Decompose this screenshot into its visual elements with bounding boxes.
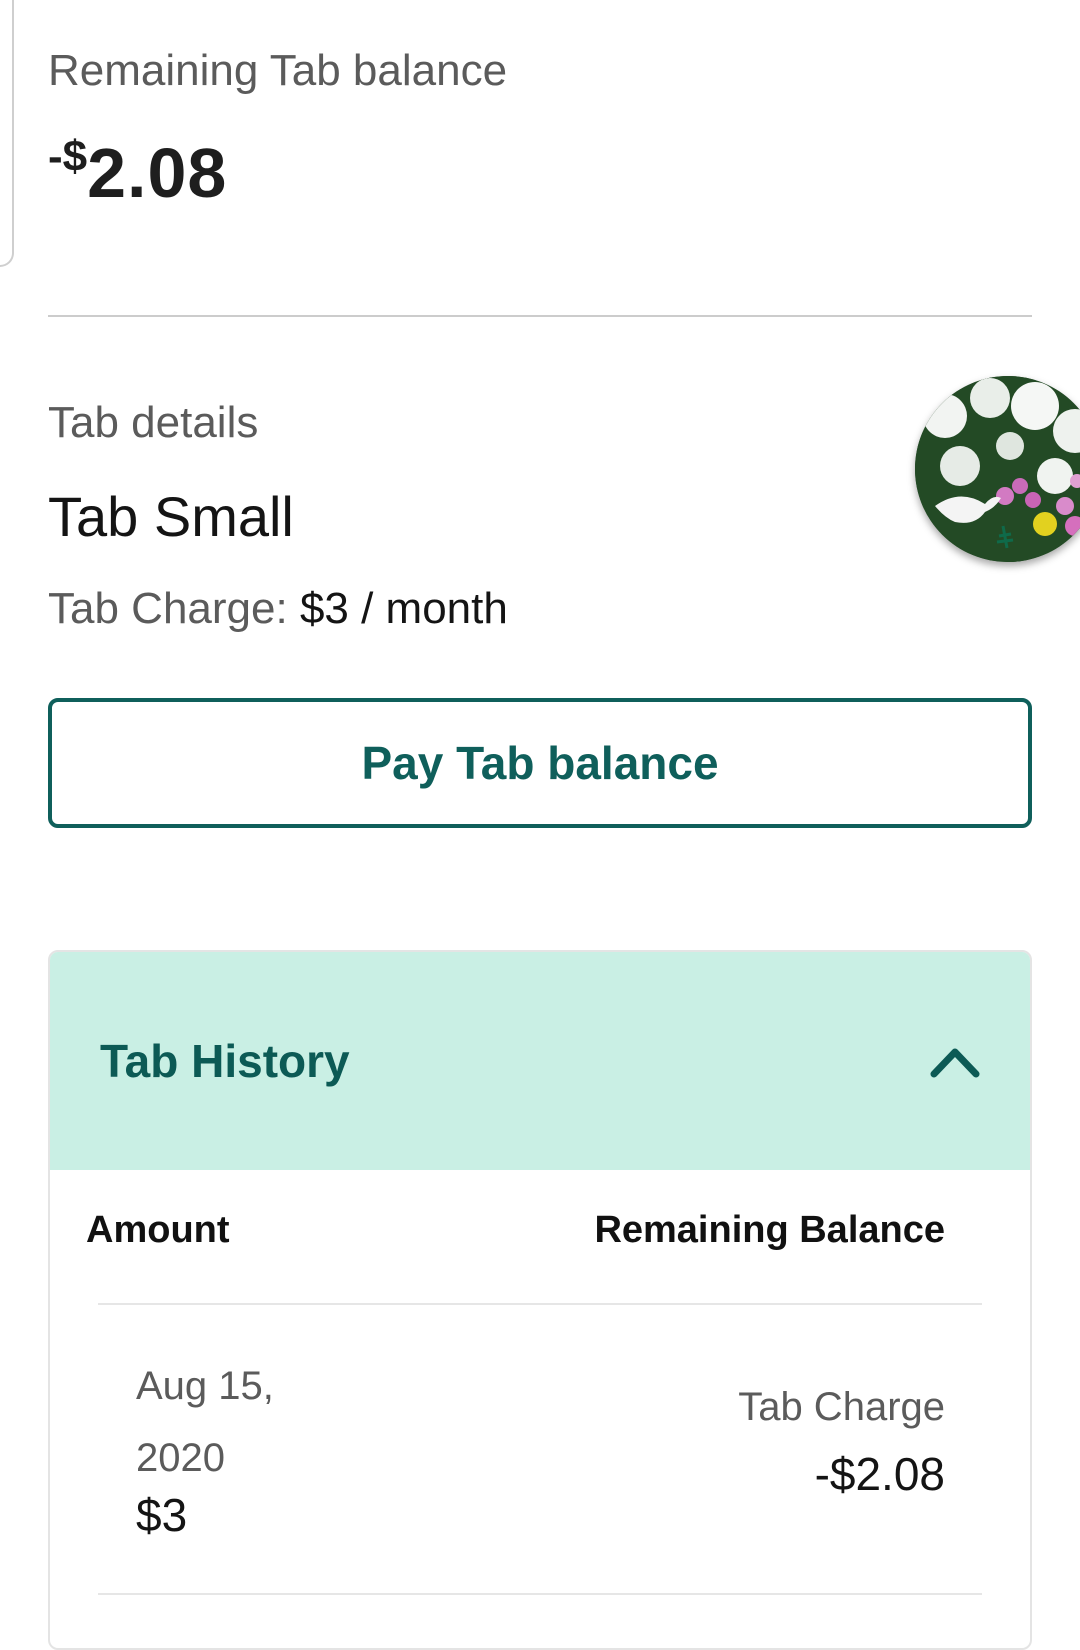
pay-tab-balance-button[interactable]: Pay Tab balance xyxy=(48,698,1032,828)
column-header-amount: Amount xyxy=(86,1209,230,1251)
flowers-photo-icon xyxy=(915,376,1080,562)
balance-sign: -$ xyxy=(48,132,88,181)
transaction-date: Aug 15, 2020 xyxy=(136,1364,274,1480)
transaction-remaining-balance: -$2.08 xyxy=(814,1448,945,1500)
card-edge xyxy=(0,0,14,267)
tab-history-panel: Tab History xyxy=(48,950,1032,1650)
plan-name: Tab Small xyxy=(48,485,294,548)
section-divider xyxy=(48,315,1032,317)
tab-history-title: Tab History xyxy=(100,1035,350,1087)
column-header-remaining-balance: Remaining Balance xyxy=(594,1209,945,1251)
tab-charge-value: $3 / month xyxy=(299,584,508,633)
tab-charge-line: Tab Charge: $3 / month xyxy=(48,584,508,634)
header-divider xyxy=(98,1303,982,1305)
transaction-amount: $3 xyxy=(136,1489,188,1541)
balance-label: Remaining Tab balance xyxy=(48,46,508,95)
profile-photo-avatar[interactable] xyxy=(915,376,1080,562)
tab-history-header[interactable]: Tab History xyxy=(50,952,1030,1170)
tab-details-label: Tab details xyxy=(48,398,259,447)
balance-value: 2.08 xyxy=(87,134,228,212)
balance-amount: -$2.08 xyxy=(48,132,227,213)
tab-charge-label: Tab Charge: xyxy=(48,584,288,633)
chevron-up-icon[interactable] xyxy=(928,1036,982,1090)
transaction-type: Tab Charge xyxy=(738,1385,945,1429)
row-divider xyxy=(98,1593,982,1595)
